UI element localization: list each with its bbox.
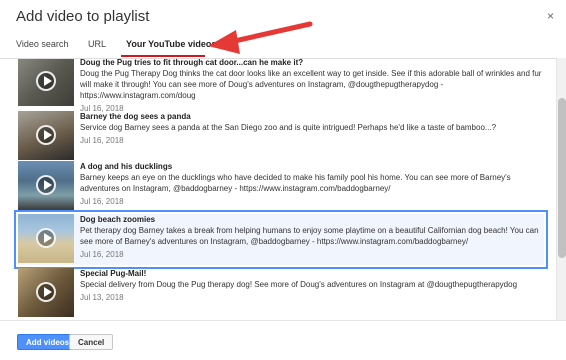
cancel-button[interactable]: Cancel	[69, 334, 114, 350]
video-date: Jul 16, 2018	[80, 197, 124, 206]
video-thumbnail[interactable]	[18, 214, 74, 263]
play-icon	[36, 282, 56, 302]
play-icon	[36, 125, 56, 145]
video-row[interactable]: Special Pug-Mail! Special delivery from …	[18, 268, 544, 319]
video-row[interactable]: Barney the dog sees a panda Service dog …	[18, 111, 544, 162]
video-thumbnail[interactable]	[18, 161, 74, 210]
video-date: Jul 16, 2018	[80, 136, 124, 145]
list-scrollbar[interactable]	[556, 58, 566, 320]
play-icon	[36, 228, 56, 248]
video-row[interactable]: Doug the Pug tries to fit through cat do…	[18, 58, 544, 113]
video-list[interactable]: Doug the Pug tries to fit through cat do…	[0, 58, 556, 320]
tab-your-youtube-videos[interactable]: Your YouTube videos	[126, 39, 216, 49]
video-row[interactable]: A dog and his ducklings Barney keeps an …	[18, 161, 544, 212]
video-description: Special delivery from Doug the Pug thera…	[80, 280, 518, 289]
dialog-title: Add video to playlist	[16, 8, 150, 25]
video-title: A dog and his ducklings	[80, 162, 173, 171]
close-icon[interactable]: ×	[547, 9, 554, 23]
video-date: Jul 13, 2018	[80, 293, 124, 302]
video-description: Pet therapy dog Barney takes a break fro…	[80, 226, 539, 246]
video-title: Dog beach zoomies	[80, 215, 156, 224]
play-icon	[36, 175, 56, 195]
video-description: Service dog Barney sees a panda at the S…	[80, 123, 497, 132]
scrollbar-thumb[interactable]	[558, 98, 566, 258]
tab-bar: Video search URL Your YouTube videos	[0, 36, 566, 58]
video-date: Jul 16, 2018	[80, 250, 124, 259]
video-description: Doug the Pug Therapy Dog thinks the cat …	[80, 69, 542, 100]
video-row-selected[interactable]: Dog beach zoomies Pet therapy dog Barney…	[14, 210, 548, 269]
active-tab-indicator	[121, 55, 205, 57]
video-description: Barney keeps an eye on the ducklings who…	[80, 173, 511, 193]
video-title: Barney the dog sees a panda	[80, 112, 191, 121]
video-thumbnail[interactable]	[18, 59, 74, 106]
add-to-playlist-dialog: Add video to playlist × Video search URL…	[0, 0, 566, 360]
tab-url[interactable]: URL	[88, 39, 106, 49]
video-title: Doug the Pug tries to fit through cat do…	[80, 58, 304, 67]
video-title: Special Pug-Mail!	[80, 269, 147, 278]
tab-video-search[interactable]: Video search	[16, 39, 68, 49]
dialog-footer: Add videos Cancel	[0, 320, 566, 360]
video-thumbnail[interactable]	[18, 268, 74, 317]
play-icon	[36, 71, 56, 91]
video-thumbnail[interactable]	[18, 111, 74, 160]
